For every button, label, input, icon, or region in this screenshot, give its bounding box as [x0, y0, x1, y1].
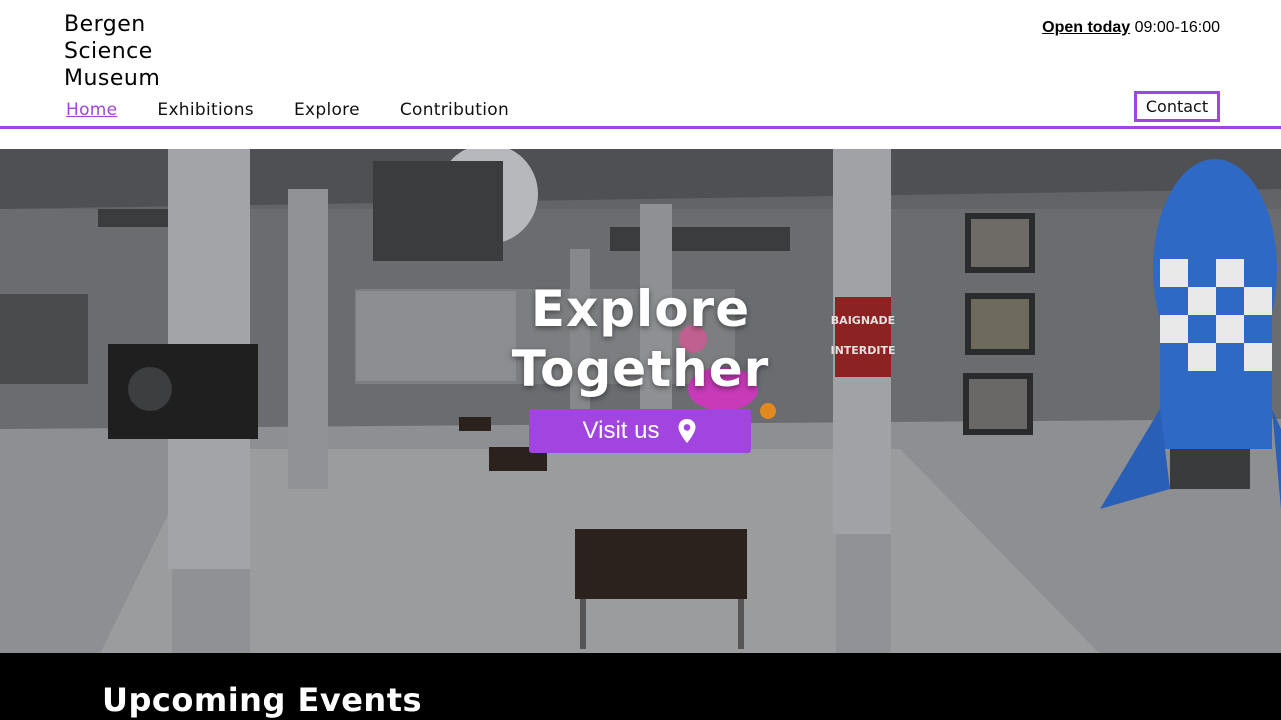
nav-item-exhibitions[interactable]: Exhibitions: [157, 100, 254, 120]
main-nav: Home Exhibitions Explore Contribution: [66, 100, 549, 120]
nav-item-contribution[interactable]: Contribution: [400, 100, 509, 120]
contact-button[interactable]: Contact: [1134, 91, 1220, 122]
logo-line: Museum: [64, 66, 161, 91]
hero-title-line: Together: [511, 340, 770, 398]
opening-hours-link[interactable]: Open today: [1042, 19, 1130, 36]
logo-line: Bergen: [64, 12, 146, 37]
header-divider: [0, 126, 1281, 129]
visit-us-label: Visit us: [582, 417, 660, 444]
hero-gallery-image: BAIGNADE INTERDITE: [0, 149, 1281, 654]
site-logo[interactable]: Bergen Science Museum: [64, 11, 204, 92]
upcoming-events-section: Upcoming Events: [0, 653, 1281, 720]
hero-title: Explore Together: [0, 279, 1281, 399]
visit-us-button[interactable]: Visit us: [529, 409, 751, 453]
hero-title-line: Explore: [530, 280, 751, 338]
map-pin-icon: [678, 419, 696, 443]
logo-line: Science: [64, 39, 153, 64]
nav-item-home[interactable]: Home: [66, 100, 117, 120]
upcoming-events-heading: Upcoming Events: [102, 681, 423, 719]
nav-item-explore[interactable]: Explore: [294, 100, 360, 120]
opening-hours: Open today 09:00-16:00: [1042, 19, 1220, 37]
hero-banner: BAIGNADE INTERDITE Explore Together Visi: [0, 149, 1281, 654]
opening-hours-value: 09:00-16:00: [1134, 19, 1220, 36]
